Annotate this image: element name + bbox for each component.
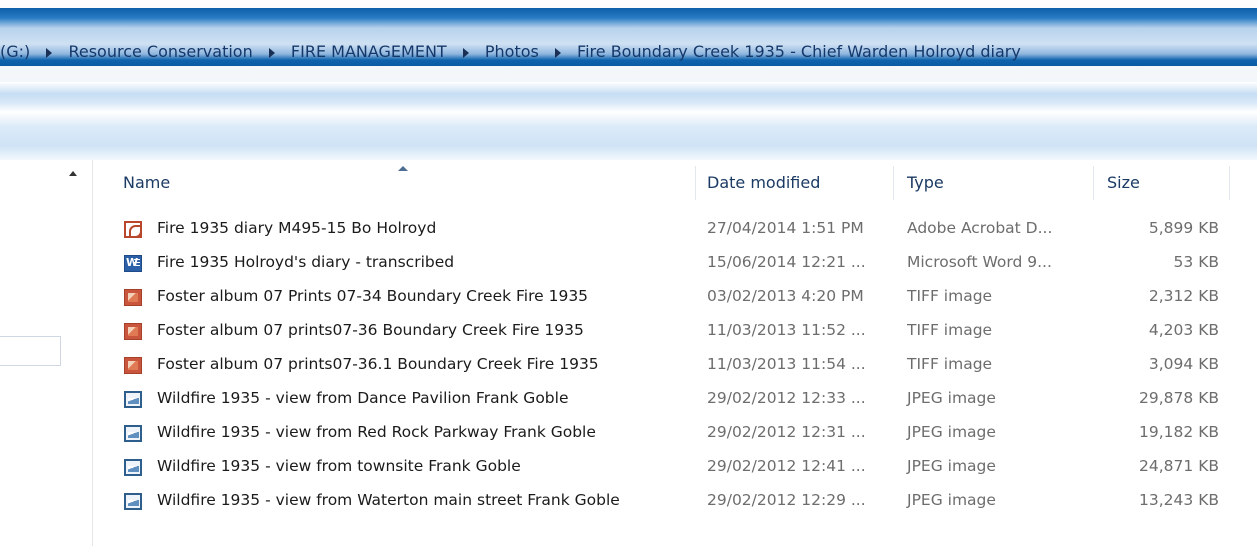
file-name: Fire 1935 Holroyd's diary - transcribed (157, 253, 455, 271)
file-row[interactable]: Fire 1935 Holroyd's diary - transcribed … (93, 248, 1257, 280)
breadcrumb-arrow-icon[interactable] (462, 47, 469, 58)
word-icon (124, 255, 142, 272)
file-size: 3,094 KB (1148, 355, 1219, 373)
file-size: 5,899 KB (1148, 219, 1219, 237)
pdf-icon (124, 221, 142, 238)
column-divider[interactable] (893, 166, 894, 200)
tiff-icon (124, 323, 142, 340)
file-name: Wildfire 1935 - view from Dance Pavilion… (157, 389, 569, 407)
column-divider[interactable] (695, 166, 696, 200)
column-header-type[interactable]: Type (907, 173, 944, 192)
file-name: Wildfire 1935 - view from Red Rock Parkw… (157, 423, 596, 441)
breadcrumb-arrow-icon[interactable] (268, 47, 275, 58)
file-row[interactable]: Fire 1935 diary M495-15 Bo Holroyd 27/04… (93, 214, 1257, 246)
file-date-modified: 29/02/2012 12:41 ... (707, 457, 866, 475)
jpeg-icon (124, 391, 142, 408)
column-header-size[interactable]: Size (1107, 173, 1140, 192)
file-row[interactable]: Wildfire 1935 - view from townsite Frank… (93, 452, 1257, 484)
file-size: 19,182 KB (1139, 423, 1219, 441)
file-date-modified: 03/02/2013 4:20 PM (707, 287, 864, 305)
navigation-pane[interactable] (0, 160, 93, 546)
file-name: Foster album 07 prints07-36 Boundary Cre… (157, 321, 584, 339)
file-type: TIFF image (907, 287, 993, 305)
column-divider[interactable] (1093, 166, 1094, 200)
file-type: TIFF image (907, 355, 993, 373)
file-name: Foster album 07 Prints 07-34 Boundary Cr… (157, 287, 589, 305)
toolbar-lower (0, 112, 1257, 160)
scroll-up-arrow-icon[interactable] (69, 171, 77, 176)
file-row[interactable]: Foster album 07 Prints 07-34 Boundary Cr… (93, 282, 1257, 314)
toolbar (0, 82, 1257, 112)
file-date-modified: 29/02/2012 12:31 ... (707, 423, 866, 441)
tiff-icon (124, 289, 142, 306)
tiff-icon (124, 357, 142, 374)
file-row[interactable]: Wildfire 1935 - view from Red Rock Parkw… (93, 418, 1257, 450)
file-type: Adobe Acrobat D... (907, 219, 1053, 237)
column-divider[interactable] (1229, 166, 1230, 200)
column-header-row: Name Date modified Type Size (93, 160, 1257, 206)
sort-ascending-icon (398, 166, 408, 171)
file-size: 2,312 KB (1148, 287, 1219, 305)
breadcrumb-current-folder[interactable]: Fire Boundary Creek 1935 - Chief Warden … (577, 40, 1021, 64)
file-date-modified: 29/02/2012 12:29 ... (707, 491, 866, 509)
file-row[interactable]: Foster album 07 prints07-36 Boundary Cre… (93, 316, 1257, 348)
breadcrumb-photos[interactable]: Photos (485, 40, 539, 64)
jpeg-icon (124, 459, 142, 476)
breadcrumb-fire-management[interactable]: FIRE MANAGEMENT (291, 40, 447, 64)
file-row[interactable]: Wildfire 1935 - view from Waterton main … (93, 486, 1257, 518)
jpeg-icon (124, 493, 142, 510)
file-size: 4,203 KB (1148, 321, 1219, 339)
file-name: Foster album 07 prints07-36.1 Boundary C… (157, 355, 599, 373)
file-row[interactable]: Wildfire 1935 - view from Dance Pavilion… (93, 384, 1257, 416)
column-header-name[interactable]: Name (123, 173, 170, 192)
file-date-modified: 11/03/2013 11:52 ... (707, 321, 866, 339)
file-size: 29,878 KB (1139, 389, 1219, 407)
file-name: Wildfire 1935 - view from townsite Frank… (157, 457, 521, 475)
file-name: Wildfire 1935 - view from Waterton main … (157, 491, 620, 509)
file-date-modified: 11/03/2013 11:54 ... (707, 355, 866, 373)
breadcrumb-arrow-icon[interactable] (554, 47, 561, 58)
breadcrumb-arrow-icon[interactable] (46, 47, 53, 58)
file-date-modified: 15/06/2014 12:21 ... (707, 253, 866, 271)
file-type: Microsoft Word 9... (907, 253, 1052, 271)
file-type: JPEG image (907, 491, 996, 509)
file-name: Fire 1935 diary M495-15 Bo Holroyd (157, 219, 437, 237)
file-size: 13,243 KB (1139, 491, 1219, 509)
column-header-date-modified[interactable]: Date modified (707, 173, 820, 192)
file-date-modified: 27/04/2014 1:51 PM (707, 219, 864, 237)
file-size: 24,871 KB (1139, 457, 1219, 475)
file-type: JPEG image (907, 423, 996, 441)
file-size: 53 KB (1173, 253, 1219, 271)
file-date-modified: 29/02/2012 12:33 ... (707, 389, 866, 407)
file-type: TIFF image (907, 321, 993, 339)
breadcrumb-resource-conservation[interactable]: Resource Conservation (68, 40, 252, 64)
breadcrumb-drive[interactable]: (G:) (0, 40, 30, 64)
breadcrumb: (G:) Resource Conservation FIRE MANAGEME… (0, 40, 1021, 64)
file-type: JPEG image (907, 389, 996, 407)
file-type: JPEG image (907, 457, 996, 475)
navigation-item-selected[interactable] (0, 336, 61, 366)
file-list[interactable]: Name Date modified Type Size Fire 1935 d… (93, 160, 1257, 546)
jpeg-icon (124, 425, 142, 442)
address-bar[interactable]: (G:) Resource Conservation FIRE MANAGEME… (0, 8, 1257, 66)
file-row[interactable]: Foster album 07 prints07-36.1 Boundary C… (93, 350, 1257, 382)
